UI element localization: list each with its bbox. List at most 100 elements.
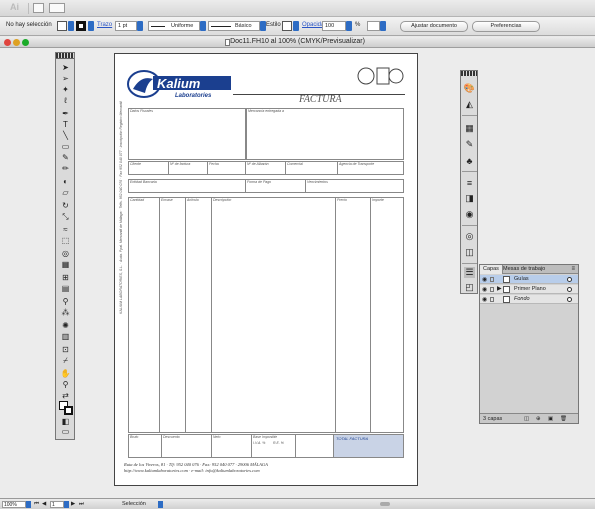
stroke-panel-icon[interactable]: ≡ [464, 177, 475, 188]
style-dropdown[interactable] [293, 21, 299, 31]
layer-name[interactable]: Fondo [514, 295, 530, 304]
trazo-link[interactable]: Trazo [97, 22, 112, 28]
target-icon[interactable] [567, 297, 572, 302]
make-clipping-mask-icon[interactable]: ◫ [524, 414, 529, 424]
screen-mode-icon[interactable]: ▭ [58, 427, 73, 436]
selection-tool-icon[interactable]: ➤ [58, 63, 73, 72]
panel-grip[interactable] [56, 53, 74, 59]
layer-name[interactable]: Guías [514, 275, 529, 284]
variable-width-field[interactable]: Uniforme [148, 21, 200, 31]
scale-tool-icon[interactable]: ⤡ [58, 212, 73, 221]
new-layer-icon[interactable]: ▣ [548, 414, 553, 424]
layers-panel-icon[interactable]: ☰ [464, 267, 475, 278]
recolor-dropdown[interactable] [380, 21, 386, 31]
swatches-panel-icon[interactable]: ▦ [464, 123, 475, 134]
gradient-tool-icon[interactable]: ▤ [58, 284, 73, 293]
layer-name[interactable]: Primer Plano [514, 285, 546, 294]
next-page-button[interactable]: ▶ [71, 501, 75, 507]
eraser-tool-icon[interactable]: ▱ [58, 188, 73, 197]
graphic-styles-icon[interactable]: ◫ [464, 247, 475, 258]
symbols-panel-icon[interactable]: ♣ [464, 155, 475, 166]
bridge-icon[interactable] [33, 3, 44, 13]
blend-tool-icon[interactable]: ⁂ [58, 308, 73, 317]
zoom-field[interactable]: 100% [2, 501, 26, 508]
page-field[interactable]: 1 [50, 501, 64, 508]
gradient-panel-icon[interactable]: ◨ [464, 193, 475, 204]
brush-field[interactable]: Básico [208, 21, 260, 31]
hand-tool-icon[interactable]: ✋ [58, 369, 73, 378]
paintbrush-tool-icon[interactable]: ✎ [58, 153, 73, 162]
eyedropper-tool-icon[interactable]: ⚲ [58, 297, 73, 306]
visibility-icon[interactable]: ◉ [482, 296, 487, 305]
mesh-tool-icon[interactable]: ⊞ [58, 273, 73, 282]
slice-tool-icon[interactable]: ⌿ [58, 356, 73, 365]
col-divider [211, 197, 212, 433]
rectangle-tool-icon[interactable]: ▭ [58, 142, 73, 151]
direct-selection-tool-icon[interactable]: ➢ [58, 74, 73, 83]
symbol-sprayer-tool-icon[interactable]: ✺ [58, 321, 73, 330]
transparency-panel-icon[interactable]: ◉ [464, 209, 475, 220]
new-sublayer-icon[interactable]: ⊕ [536, 414, 541, 424]
target-icon[interactable] [567, 287, 572, 292]
perspective-grid-tool-icon[interactable]: ▦ [58, 260, 73, 269]
expand-triangle-icon[interactable]: ▶ [497, 285, 502, 294]
fill-dropdown[interactable] [68, 21, 74, 31]
magic-wand-tool-icon[interactable]: ✦ [58, 85, 73, 94]
stroke-dropdown[interactable] [88, 21, 94, 31]
swap-colors-icon[interactable]: ⇄ [58, 391, 73, 400]
page-dropdown[interactable] [64, 501, 69, 508]
first-page-button[interactable]: ⏮ [34, 501, 39, 508]
color-mode-icon[interactable]: ◧ [58, 417, 73, 426]
line-tool-icon[interactable]: ╲ [58, 131, 73, 140]
lock-toggle[interactable] [490, 277, 494, 282]
stroke-weight-dropdown[interactable] [137, 21, 143, 31]
pencil-tool-icon[interactable]: ✏ [58, 164, 73, 173]
panel-menu-icon[interactable]: ≡ [571, 265, 575, 274]
free-transform-tool-icon[interactable]: ⬚ [58, 236, 73, 245]
artboard-page[interactable]: Kalium Laboratories FACTURA KALIUM LABOR… [114, 53, 418, 486]
target-icon[interactable] [567, 277, 572, 282]
horizontal-scrollbar-thumb[interactable] [380, 502, 390, 506]
delete-layer-icon[interactable]: 🗑 [560, 414, 567, 424]
stroke-color-icon[interactable] [64, 406, 73, 415]
prev-page-button[interactable]: ◀ [42, 501, 46, 507]
lock-toggle[interactable] [490, 287, 494, 292]
visibility-icon[interactable]: ◉ [482, 276, 487, 285]
arrange-documents-icon[interactable] [49, 3, 65, 13]
color-guide-icon[interactable]: ◭ [464, 99, 475, 110]
type-tool-icon[interactable]: T [58, 120, 73, 129]
zoom-dropdown[interactable] [26, 501, 31, 508]
last-page-button[interactable]: ⏭ [79, 501, 84, 508]
style-swatch[interactable] [282, 21, 292, 31]
visibility-icon[interactable]: ◉ [482, 286, 487, 295]
divider [462, 115, 477, 116]
pen-tool-icon[interactable]: ✒ [58, 109, 73, 118]
tab-mesas-de-trabajo[interactable]: Mesas de trabajo [500, 265, 548, 274]
artboard-tool-icon[interactable]: ⊡ [58, 345, 73, 354]
opacity-dropdown[interactable] [346, 21, 352, 31]
profile-dropdown[interactable] [200, 21, 206, 31]
preferencias-button[interactable]: Preferencias [472, 21, 540, 32]
recolor-icon[interactable] [367, 21, 380, 31]
brushes-panel-icon[interactable]: ✎ [464, 139, 475, 150]
zoom-tool-icon[interactable]: ⚲ [58, 380, 73, 389]
appearance-panel-icon[interactable]: ◎ [464, 231, 475, 242]
artboards-panel-icon[interactable]: ◰ [464, 282, 475, 293]
column-graph-tool-icon[interactable]: ▥ [58, 332, 73, 341]
warp-tool-icon[interactable]: ≈ [58, 225, 73, 234]
blob-brush-tool-icon[interactable]: ◐ [58, 177, 73, 186]
panel-grip[interactable] [461, 71, 477, 76]
lasso-tool-icon[interactable]: ℓ [58, 96, 73, 105]
layer-row[interactable]: ◉ Fondo [480, 295, 578, 304]
color-panel-icon[interactable]: 🎨 [464, 83, 475, 94]
opacity-field[interactable]: 100 [322, 21, 346, 31]
layer-row[interactable]: ◉ ▶ Primer Plano [480, 285, 578, 294]
status-dropdown[interactable] [158, 501, 163, 508]
lock-toggle[interactable] [490, 297, 494, 302]
stroke-swatch[interactable] [76, 21, 86, 31]
shape-builder-tool-icon[interactable]: ◎ [58, 249, 73, 258]
rotate-tool-icon[interactable]: ↻ [58, 201, 73, 210]
fill-swatch[interactable] [57, 21, 67, 31]
layer-row[interactable]: ◉ Guías [480, 275, 578, 284]
ajustar-documento-button[interactable]: Ajustar documento [400, 21, 468, 32]
